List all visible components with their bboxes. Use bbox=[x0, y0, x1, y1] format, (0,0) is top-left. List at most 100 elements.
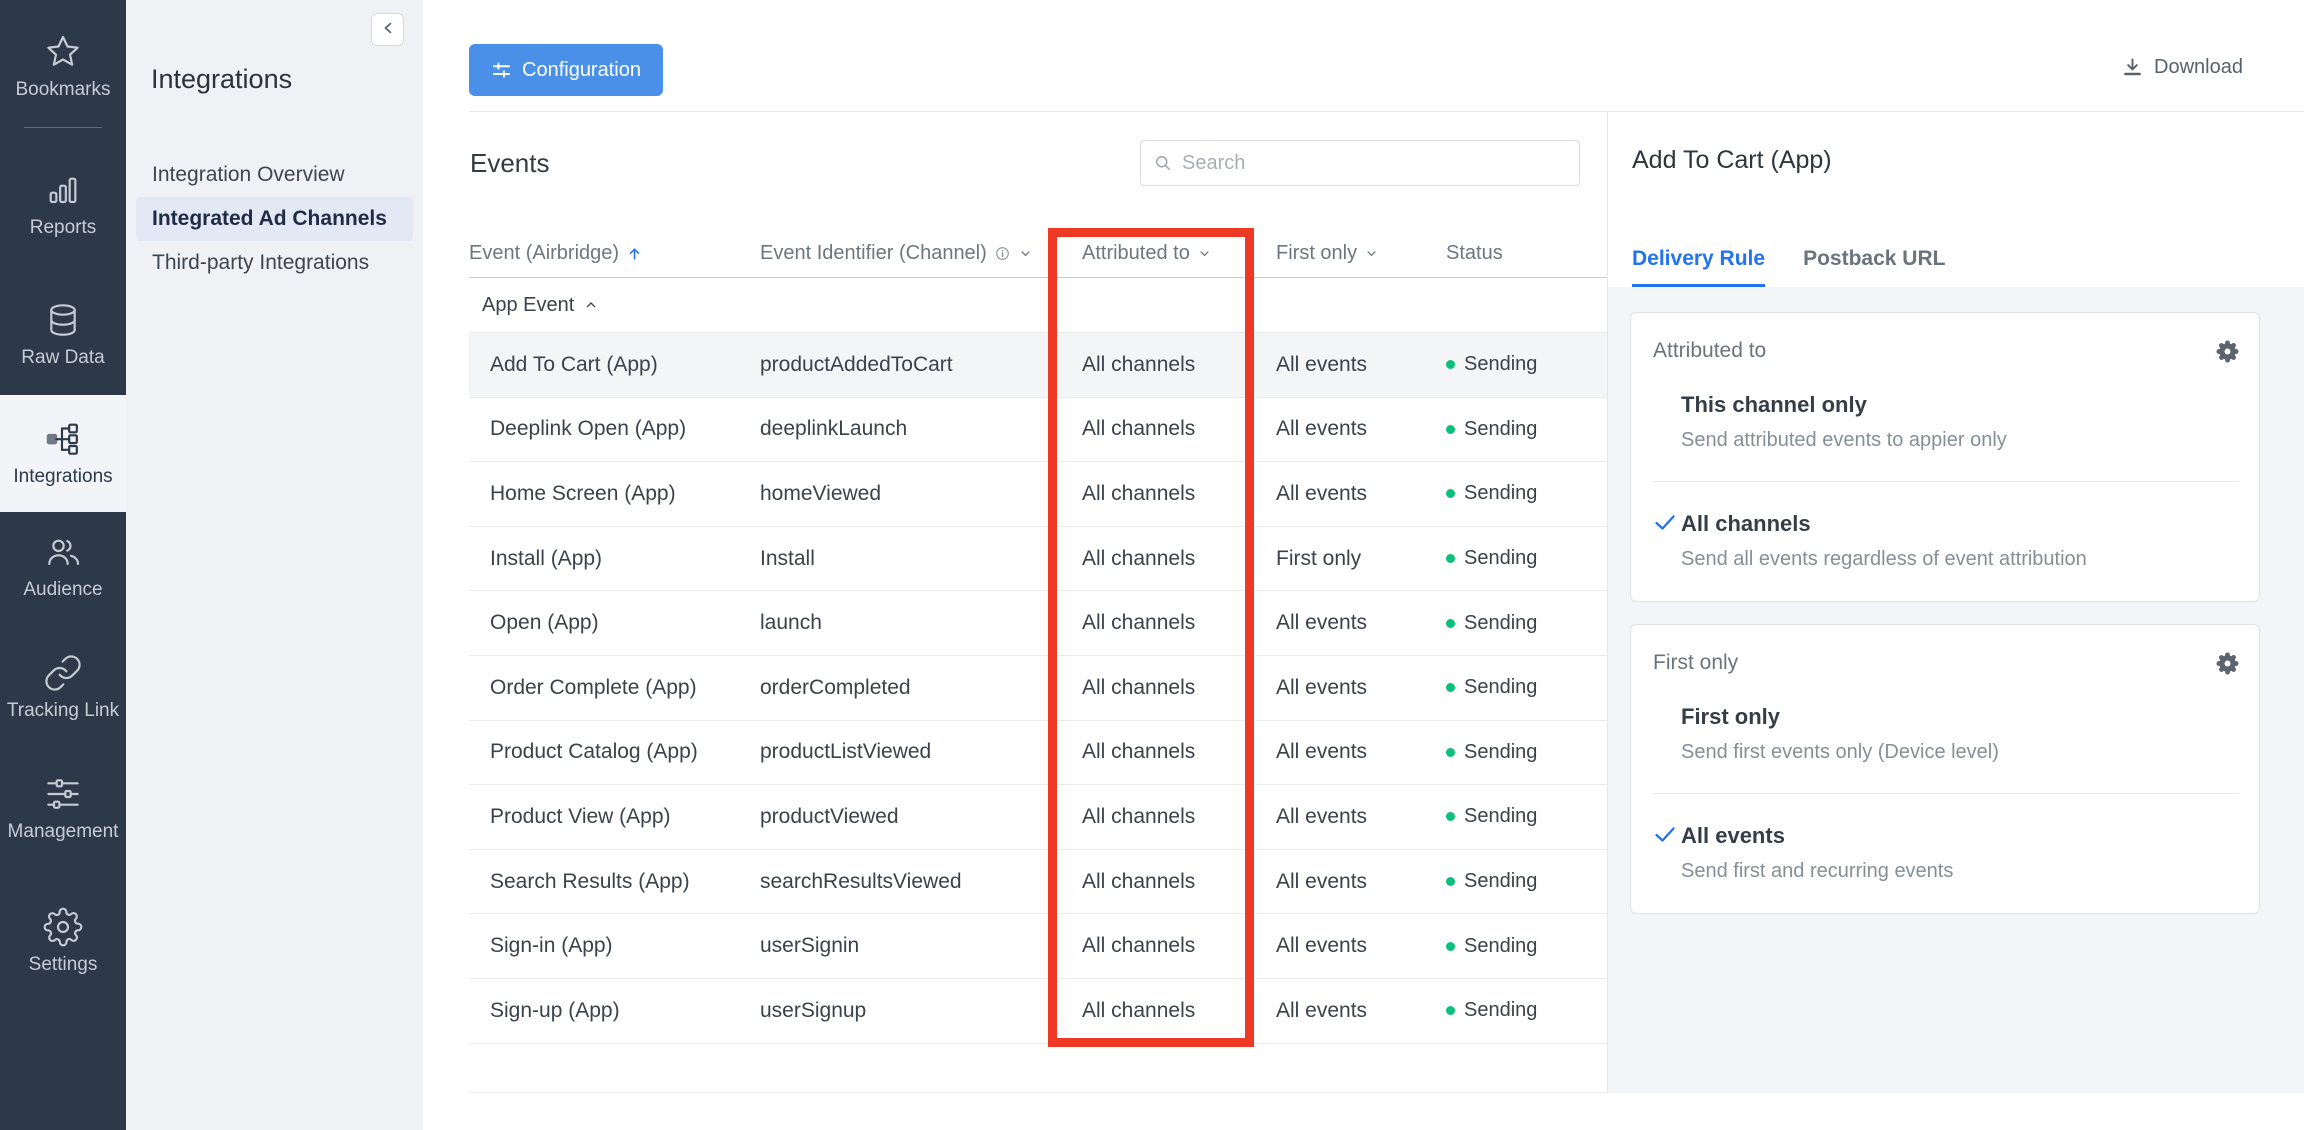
cell-event: Sign-in (App) bbox=[490, 934, 613, 958]
cell-attributed-to: All channels bbox=[1082, 934, 1196, 958]
column-header-status[interactable]: Status bbox=[1446, 242, 1606, 265]
cell-event-identifier: launch bbox=[760, 611, 822, 635]
sidebar-item-third-party-integrations[interactable]: Third-party Integrations bbox=[126, 241, 423, 285]
collapse-sidebar-button[interactable] bbox=[371, 13, 404, 46]
gear-icon bbox=[43, 907, 83, 947]
sidebar-item-reports[interactable]: Reports bbox=[0, 152, 126, 257]
table-row[interactable]: Search Results (App) searchResultsViewed A… bbox=[469, 850, 1607, 915]
table-row[interactable]: Product View (App) productViewed All chann… bbox=[469, 785, 1607, 850]
sidebar-item-tracking-link[interactable]: Tracking Link bbox=[0, 635, 126, 740]
tab-postback-url[interactable]: Postback URL bbox=[1803, 247, 1945, 287]
option-title: First only bbox=[1681, 704, 1781, 729]
status-label: Sending bbox=[1464, 482, 1538, 505]
sidebar-item-label: Reports bbox=[29, 217, 97, 238]
sidebar-item-bookmarks[interactable]: Bookmarks bbox=[0, 14, 126, 119]
rule-option[interactable]: All channels Send all events regardless o… bbox=[1653, 481, 2239, 571]
rule-option[interactable]: All events Send first and recurring event… bbox=[1653, 793, 2239, 883]
sidebar-item-integration-overview[interactable]: Integration Overview bbox=[126, 153, 423, 197]
table-row[interactable]: Deeplink Open (App) deeplinkLaunch All cha… bbox=[469, 398, 1607, 463]
search-box bbox=[1140, 140, 1580, 186]
sidebar-item-raw-data[interactable]: Raw Data bbox=[0, 282, 126, 387]
cell-status: Sending bbox=[1446, 805, 1606, 828]
cell-status: Sending bbox=[1446, 547, 1606, 570]
table-row[interactable]: Open (App) launch All channels All events Se… bbox=[469, 591, 1607, 656]
cell-event: Search Results (App) bbox=[490, 869, 690, 893]
events-title: Events bbox=[470, 148, 550, 178]
status-dot bbox=[1446, 424, 1455, 434]
configuration-button[interactable]: Configuration bbox=[469, 44, 663, 96]
sliders-icon bbox=[43, 774, 83, 814]
status-dot bbox=[1446, 1006, 1455, 1016]
cell-first-only: All events bbox=[1276, 934, 1368, 958]
gear-icon[interactable] bbox=[2216, 339, 2239, 363]
column-header-identifier[interactable]: Event Identifier (Channel) bbox=[760, 242, 1082, 265]
table-body: Add To Cart (App) productAddedToCart All c… bbox=[469, 333, 1607, 1044]
table-header-row: Event (Airbridge) Event Identifier (Chan… bbox=[469, 230, 1607, 278]
column-label: Event (Airbridge) bbox=[469, 242, 620, 264]
status-label: Sending bbox=[1464, 353, 1538, 376]
sidebar-menu: Integration Overview Integrated Ad Channe… bbox=[126, 153, 423, 285]
chevron-left-icon bbox=[379, 19, 397, 40]
column-header-attributed-to[interactable]: Attributed to bbox=[1082, 242, 1276, 265]
cell-first-only: All events bbox=[1276, 352, 1368, 376]
status-label: Sending bbox=[1464, 547, 1538, 570]
column-header-first-only[interactable]: First only bbox=[1276, 242, 1446, 265]
table-footer-row bbox=[469, 1044, 1607, 1093]
gear-icon[interactable] bbox=[2216, 651, 2239, 675]
status-dot bbox=[1446, 618, 1455, 628]
cell-status: Sending bbox=[1446, 935, 1606, 958]
detail-tabs: Delivery Rule Postback URL bbox=[1632, 247, 1945, 287]
cell-status: Sending bbox=[1446, 482, 1606, 505]
table-group-row[interactable]: App Event bbox=[469, 278, 1607, 333]
column-label: Status bbox=[1446, 242, 1503, 264]
cell-status: Sending bbox=[1446, 870, 1606, 893]
rule-option[interactable]: This channel only Send attributed events … bbox=[1653, 392, 2239, 452]
cell-event-identifier: productListViewed bbox=[760, 740, 932, 764]
cell-attributed-to: All channels bbox=[1082, 352, 1196, 376]
cell-first-only: All events bbox=[1276, 481, 1368, 505]
star-icon bbox=[43, 32, 83, 72]
table-row[interactable]: Add To Cart (App) productAddedToCart All c… bbox=[469, 333, 1607, 398]
column-header-event[interactable]: Event (Airbridge) bbox=[469, 242, 760, 265]
table-row[interactable]: Order Complete (App) orderCompleted All ch… bbox=[469, 656, 1607, 721]
download-label: Download bbox=[2154, 56, 2243, 78]
cell-first-only: All events bbox=[1276, 998, 1368, 1022]
option-title: This channel only bbox=[1681, 392, 1867, 417]
cell-event: Deeplink Open (App) bbox=[490, 417, 687, 441]
table-row[interactable]: Home Screen (App) homeViewed All channels A… bbox=[469, 462, 1607, 527]
sidebar-item-integrated-ad-channels[interactable]: Integrated Ad Channels bbox=[136, 197, 413, 241]
search-input[interactable] bbox=[1182, 151, 1567, 175]
main-content: Configuration Download Events Event (Air… bbox=[423, 0, 2304, 1130]
cell-first-only: All events bbox=[1276, 675, 1368, 699]
table-row[interactable]: Sign-in (App) userSignin All channels All e… bbox=[469, 914, 1607, 979]
cell-event-identifier: userSignin bbox=[760, 934, 860, 958]
cell-attributed-to: All channels bbox=[1082, 998, 1196, 1022]
option-subtitle: Send attributed events to appier only bbox=[1681, 429, 2007, 451]
integrations-icon bbox=[43, 419, 83, 459]
table-row[interactable]: Install (App) Install All channels First on… bbox=[469, 527, 1607, 592]
rule-option[interactable]: First only Send first events only (Device… bbox=[1653, 704, 2239, 764]
cell-first-only: All events bbox=[1276, 417, 1368, 441]
status-label: Sending bbox=[1464, 740, 1538, 763]
download-button[interactable]: Download bbox=[2121, 56, 2243, 79]
cell-event-identifier: searchResultsViewed bbox=[760, 869, 962, 893]
table-row[interactable]: Product Catalog (App) productListViewed Al… bbox=[469, 721, 1607, 786]
cell-attributed-to: All channels bbox=[1082, 740, 1196, 764]
card-header: Attributed to bbox=[1653, 339, 2239, 363]
cell-event-identifier: Install bbox=[760, 546, 815, 570]
sidebar-item-audience[interactable]: Audience bbox=[0, 512, 126, 619]
column-label: Event Identifier (Channel) bbox=[760, 242, 987, 264]
sidebar-item-management[interactable]: Management bbox=[0, 756, 126, 861]
cell-event-identifier: deeplinkLaunch bbox=[760, 417, 908, 441]
status-dot bbox=[1446, 941, 1455, 951]
sidebar-item-settings[interactable]: Settings bbox=[0, 889, 126, 994]
status-dot bbox=[1446, 360, 1455, 370]
cell-event-identifier: homeViewed bbox=[760, 481, 882, 505]
table-row[interactable]: Sign-up (App) userSignup All channels All e… bbox=[469, 979, 1607, 1044]
status-label: Sending bbox=[1464, 611, 1538, 634]
cell-event-identifier: userSignup bbox=[760, 998, 867, 1022]
option-subtitle: Send first events only (Device level) bbox=[1681, 741, 1999, 763]
column-label: Attributed to bbox=[1082, 242, 1190, 264]
sidebar-item-integrations[interactable]: Integrations bbox=[0, 395, 126, 512]
tab-delivery-rule[interactable]: Delivery Rule bbox=[1632, 247, 1766, 287]
